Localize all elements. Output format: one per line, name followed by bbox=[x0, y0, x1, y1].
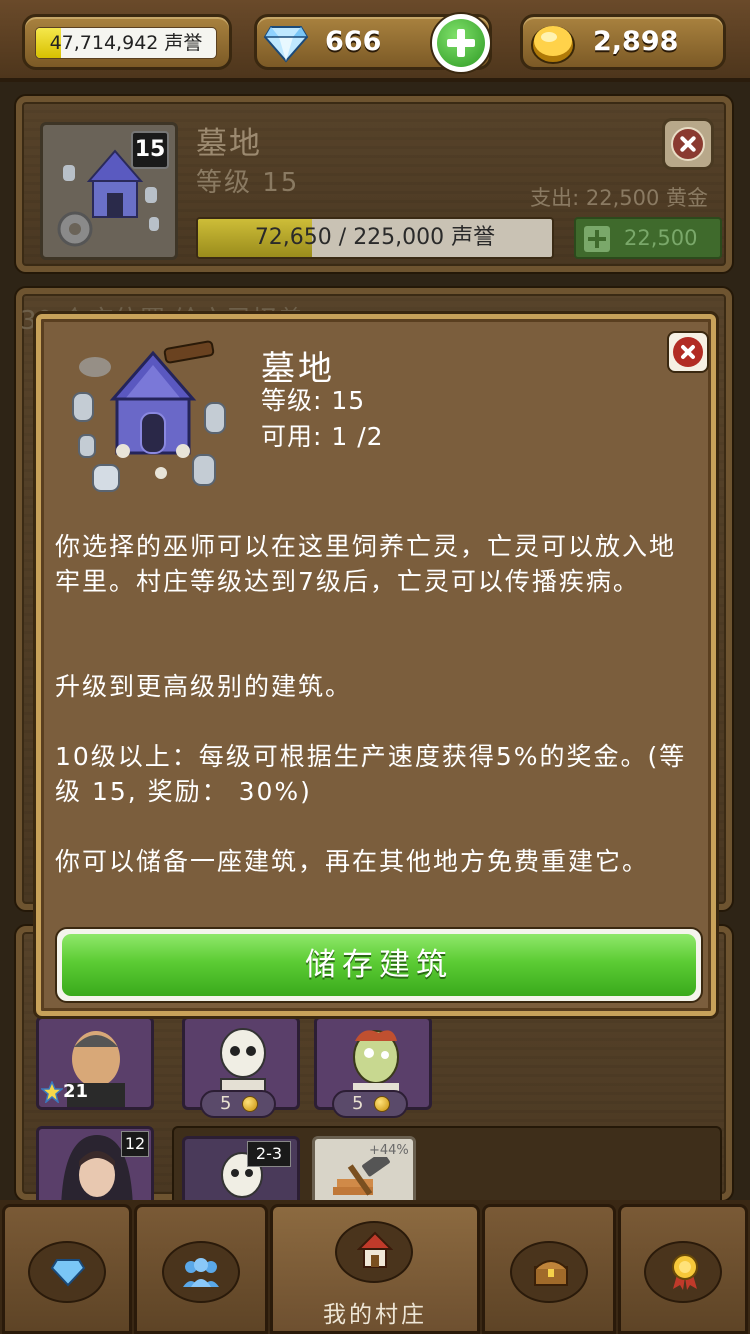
upgrade-paragraph: 升级到更高级别的建筑。 bbox=[55, 672, 353, 701]
boost-percent: +44% bbox=[369, 1143, 409, 1158]
store-building-button[interactable]: 储存建筑 bbox=[55, 927, 703, 1003]
modal-close-button[interactable] bbox=[667, 331, 709, 373]
gold-coin-icon bbox=[531, 26, 575, 64]
card-badge: 2-3 bbox=[247, 1141, 291, 1167]
add-gems-icon bbox=[437, 19, 485, 67]
building-info-panel: 15 墓地 等级 15 支出: 22,500 黄金 72,650 / 225,0… bbox=[16, 96, 732, 272]
house-icon bbox=[357, 1231, 393, 1268]
resident-card[interactable]: 21 bbox=[36, 1016, 154, 1110]
storage-paragraph: 你可以储备一座建筑，再在其他地方免费重建它。 bbox=[55, 847, 650, 876]
nav-tab-my-village[interactable]: 我的村庄 bbox=[270, 1204, 480, 1334]
reputation-progress-bar: 72,650 / 225,000 声誉 bbox=[196, 217, 554, 259]
plus-icon bbox=[584, 226, 610, 252]
close-icon bbox=[673, 337, 703, 367]
resource-bar: 47,714,942 声誉 666 2,898 bbox=[0, 0, 750, 82]
cost-value: 5 bbox=[352, 1093, 364, 1114]
nav-tab-label: 我的村庄 bbox=[323, 1302, 427, 1328]
cost-tag: 5 bbox=[200, 1090, 276, 1118]
progress-text: 72,650 / 225,000 声誉 bbox=[254, 225, 496, 250]
medal-icon bbox=[672, 1254, 698, 1290]
gold-pill: 2,898 bbox=[520, 14, 726, 70]
nav-tab-treasure[interactable] bbox=[482, 1204, 616, 1334]
upgrade-cost: 22,500 bbox=[624, 226, 698, 250]
description-paragraph: 你选择的巫师可以在这里饲养亡灵，亡灵可以放入地牢里。村庄等级达到7级后，亡灵可以… bbox=[55, 532, 677, 596]
people-icon bbox=[183, 1258, 219, 1287]
add-gems-button[interactable] bbox=[430, 12, 492, 74]
cost-tag: 5 bbox=[332, 1090, 408, 1118]
upkeep-cost: 支出: 22,500 黄金 bbox=[530, 186, 708, 210]
card-badge: 12 bbox=[121, 1131, 149, 1157]
building-name: 墓地 bbox=[196, 126, 262, 162]
diamond-icon bbox=[51, 1259, 85, 1287]
gold-coin-icon bbox=[374, 1096, 390, 1112]
hammer-icon bbox=[333, 1157, 390, 1196]
graveyard-image bbox=[72, 340, 226, 492]
bonus-paragraph: 10级以上：每级可根据生产速度获得5%的奖金。(等级 15, 奖励： 30%) bbox=[55, 742, 687, 806]
building-level: 等级 15 bbox=[196, 168, 300, 198]
resident-card[interactable]: 12 bbox=[36, 1126, 154, 1209]
unit-card[interactable]: 2-3 bbox=[182, 1136, 300, 1206]
nav-tab-shop[interactable] bbox=[2, 1204, 132, 1334]
boost-card[interactable]: +44% bbox=[312, 1136, 416, 1206]
close-panel-button[interactable] bbox=[662, 118, 714, 170]
modal-availability: 可用: 1 /2 bbox=[261, 422, 384, 451]
building-detail-modal: 墓地 等级: 15 可用: 1 /2 你选择的巫师可以在这里饲养亡灵，亡灵可以放… bbox=[36, 314, 716, 1016]
cost-value: 5 bbox=[220, 1093, 232, 1114]
star-icon bbox=[41, 1081, 63, 1103]
reputation-value: 47,714,942 声誉 bbox=[49, 32, 203, 54]
gold-coin-icon bbox=[242, 1096, 258, 1112]
diamond-icon bbox=[263, 26, 309, 63]
upgrade-button[interactable]: 22,500 bbox=[574, 217, 722, 259]
level-badge: 15 bbox=[131, 131, 169, 169]
close-icon bbox=[671, 127, 705, 161]
bottom-navigation: 我的村庄 bbox=[0, 1200, 750, 1334]
card-badge: 21 bbox=[63, 1081, 89, 1102]
store-building-label: 储存建筑 bbox=[62, 934, 696, 996]
reputation-meter: 47,714,942 声誉 bbox=[35, 27, 217, 59]
building-thumbnail[interactable]: 15 bbox=[40, 122, 178, 260]
nav-tab-residents[interactable] bbox=[134, 1204, 268, 1334]
nav-tab-achievements[interactable] bbox=[618, 1204, 748, 1334]
treasure-chest-icon bbox=[534, 1260, 568, 1286]
gems-count: 666 bbox=[325, 26, 382, 57]
reputation-pill: 47,714,942 声誉 bbox=[22, 14, 232, 70]
modal-building-level: 等级: 15 bbox=[261, 386, 366, 415]
gold-count: 2,898 bbox=[593, 26, 679, 57]
